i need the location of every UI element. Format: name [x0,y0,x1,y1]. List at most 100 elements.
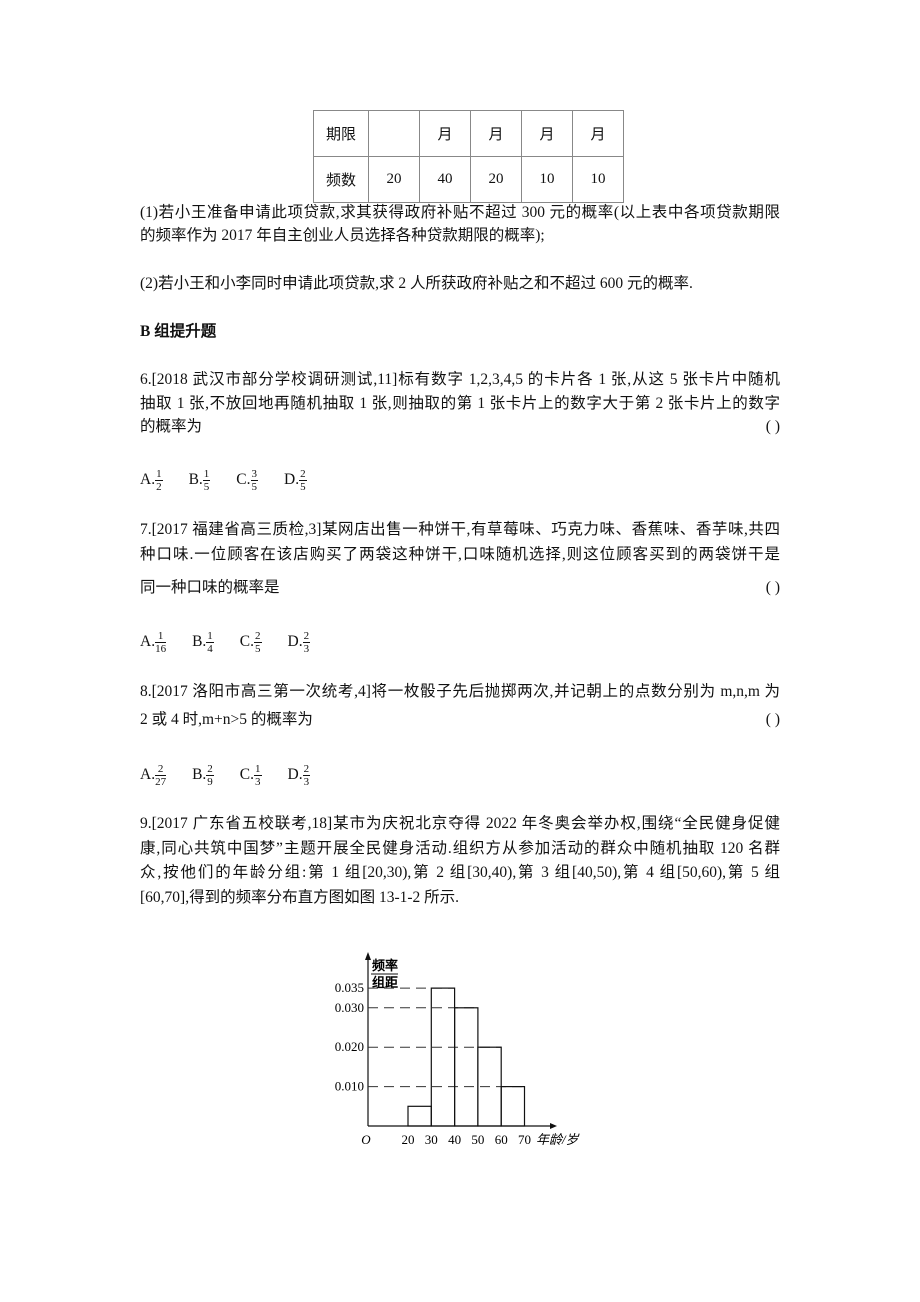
y-tick-label: 0.035 [335,980,364,995]
x-tick-label: 40 [448,1132,461,1147]
y-tick-label: 0.030 [335,1000,364,1015]
denominator: 5 [203,481,210,493]
q7-line: 7.[2017 福建省高三质检,3]某网店出售一种饼干,有草莓味、巧克力味、香蕉… [140,521,780,538]
q9-line: [60,70],得到的频率分布直方图如图 13-1-2 所示. [140,889,460,906]
table-cell: 月 [521,110,573,157]
fraction: 15 [202,468,211,493]
fraction: 12 [155,468,163,493]
table-row: 频数 20 40 20 10 10 [313,156,624,203]
answer-option: C. 2 5 [240,630,262,655]
table-cell: 月 [470,110,522,157]
q7-text: 同一种口味的概率是 [140,579,280,596]
q6-line: 6.[2018 武汉市部分学校调研测试,11]标有数字 1,2,3,4,5 的卡… [140,371,780,388]
option-letter: A. [140,766,156,784]
y-tick-label: 0.010 [335,1079,364,1094]
denominator: 9 [207,776,213,788]
q5-line: 的频率作为 2017 年自主创业人员选择各种贷款期限的概率); [140,227,545,244]
y-tick-label: 0.020 [335,1039,364,1054]
x-tick-label: 60 [495,1132,508,1147]
answer-option: D. 2 3 [288,763,311,788]
option-letter: C. [239,766,255,784]
frequency-histogram: 频率组距0.0100.0200.0300.03520 30 40 50 60 70O 年龄/… [335,952,580,1147]
y-axis-arrow [365,952,371,960]
table-cell: 10 [572,156,624,203]
q8-line: 2 或 4 时,m+n>5 的概率为 ( ) [140,710,780,730]
answer-paren: ( ) [765,418,780,435]
numerator: 3 [250,468,259,481]
fraction: 14 [206,630,214,655]
denominator: 5 [255,643,261,655]
denominator: 4 [207,643,213,655]
option-letter: A. [140,633,156,651]
q6-line: 的概率为 ( ) [140,417,780,437]
fraction: 1 16 [155,630,167,655]
option-letter: D. [287,633,303,651]
numerator: 2 [155,763,167,776]
table-cell [368,110,420,157]
q8-options: A. 2 27 B. 2 9 C. 1 3 D. 2 3 [140,763,780,788]
histogram-bar [430,987,456,1127]
q7-line: 同一种口味的概率是 ( ) [140,578,780,598]
q8-line: 8.[2017 洛阳市高三第一次统考,4]将一枚骰子先后抛掷两次,并记朝上的点数… [140,683,780,700]
histogram-bar [407,1105,432,1127]
option-letter: C. [239,633,255,651]
q5-line: (1)若小王准备申请此项贷款,求其获得政府补贴不超过 300 元的概率(以上表中… [140,204,780,221]
table-cell: 期限 [313,110,369,157]
q6-options: A. 1 2 B. 1 5 C. 3 5 D. 2 5 [140,468,780,493]
fraction: 29 [206,763,214,788]
numerator: 2 [302,630,311,643]
fraction: 23 [302,763,311,788]
x-tick-label: 50 [471,1132,484,1147]
denominator: 3 [255,776,261,788]
y-label-numerator: 频率 [372,958,398,973]
answer-option: A. 1 16 [140,630,167,655]
x-axis-arrow [550,1123,557,1129]
q8-text: 2 或 4 时,m+n>5 的概率为 [140,711,313,728]
numerator: 2 [254,630,262,643]
table-cell: 月 [419,110,471,157]
answer-option: B. 2 9 [192,763,214,788]
option-letter: B. [192,766,207,784]
x-axis-label: 年龄/岁 [536,1132,580,1147]
answer-option: A. 2 27 [140,763,167,788]
answer-option: B. 1 5 [189,468,211,493]
answer-option: A. 1 2 [140,468,163,493]
numerator: 1 [155,630,167,643]
x-tick-label: 20 [402,1132,415,1147]
q6-text: 的概率为 [140,418,203,435]
table-cell: 20 [368,156,420,203]
denominator: 5 [300,481,306,493]
document-page: 期限月月月月频数 20 40 20 10 10 (1)若小王准备申请此项贷款,求其获得政府… [0,0,920,1302]
q7-options: A. 1 16 B. 1 4 C. 2 5 D. 2 3 [140,630,780,655]
table-cell: 10 [521,156,573,203]
q9-line: 9.[2017 广东省五校联考,18]某市为庆祝北京夺得 2022 年冬奥会举办… [140,815,780,832]
option-letter: C. [236,471,251,489]
table-cell: 频数 [313,156,369,203]
denominator: 5 [251,481,258,493]
x-tick-label: 70 [518,1132,531,1147]
option-letter: D. [284,471,300,489]
q5-line: (2)若小王和小李同时申请此项贷款,求 2 人所获政府补贴之和不超过 600 元… [140,275,693,292]
fraction: 25 [254,630,262,655]
q7-line: 种口味.一位顾客在该店购买了两袋这种饼干,口味随机选择,则这位顾客买到的两袋饼干… [140,546,780,563]
numerator: 2 [206,763,214,776]
option-letter: B. [188,471,203,489]
fraction: 13 [254,763,262,788]
answer-option: B. 1 4 [192,630,214,655]
q9-line: 众,按他们的年龄分组:第 1 组[20,30),第 2 组[30,40),第 3… [140,864,780,881]
x-tick-label: 30 [425,1132,438,1147]
section-heading: B 组提升题 [140,323,217,340]
fraction: 35 [250,468,259,493]
q6-line: 抽取 1 张,不放回地再随机抽取 1 张,则抽取的第 1 张卡片上的数字大于第 … [140,395,780,412]
answer-paren: ( ) [765,579,780,596]
answer-option: D. 2 5 [284,468,307,493]
denominator: 3 [303,643,310,655]
origin-label: O [361,1132,371,1147]
option-letter: B. [192,633,207,651]
table-cell: 月 [572,110,624,157]
numerator: 1 [155,468,163,481]
table-row: 期限月月月月 [313,110,624,157]
answer-paren: ( ) [765,711,780,728]
answer-option: D. 2 3 [288,630,311,655]
denominator: 27 [155,776,167,788]
